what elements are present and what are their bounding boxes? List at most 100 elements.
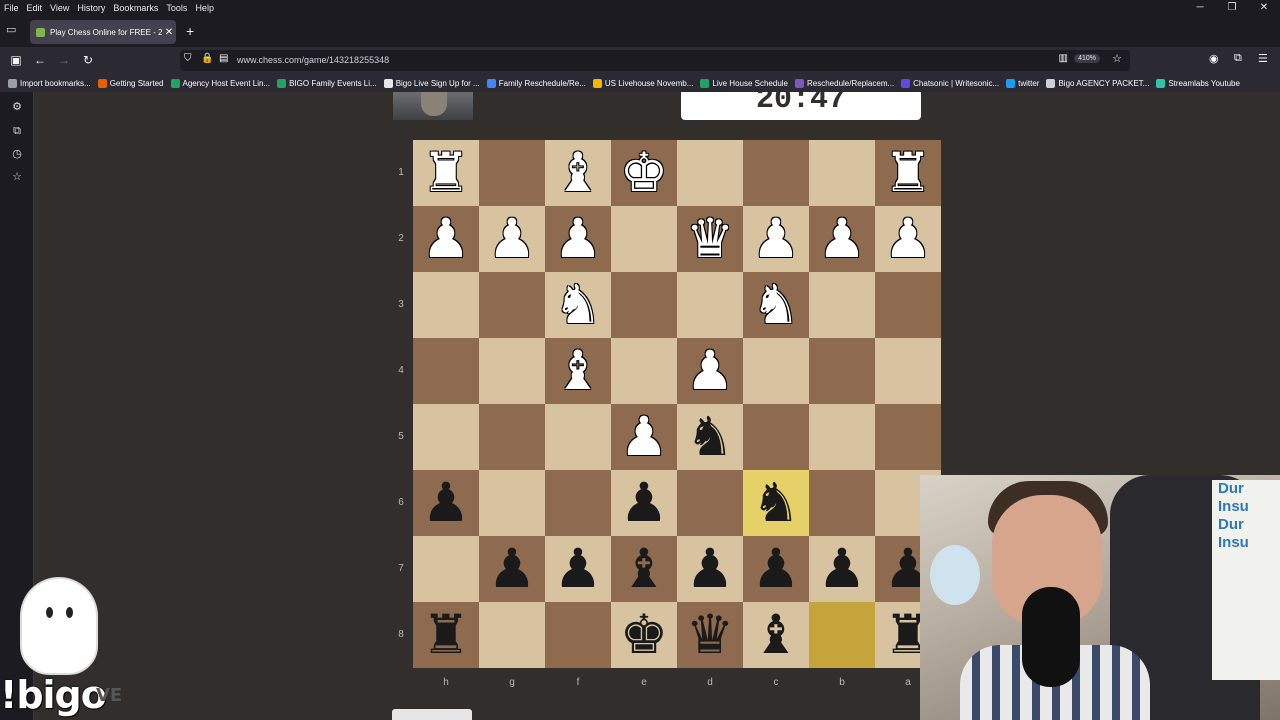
board-square-e4[interactable] — [611, 338, 677, 404]
board-square-b4[interactable] — [809, 338, 875, 404]
bookmark-item[interactable]: Import bookmarks... — [8, 78, 91, 88]
black-knight-piece[interactable]: ♞ — [743, 470, 809, 536]
bookmark-item[interactable]: Chatsonic | Writesonic... — [901, 78, 999, 88]
black-bishop-piece[interactable]: ♝ — [611, 536, 677, 602]
board-square-f4[interactable]: ♝ — [545, 338, 611, 404]
opponent-avatar[interactable] — [393, 92, 473, 120]
board-square-g1[interactable] — [479, 140, 545, 206]
board-square-g8[interactable] — [479, 602, 545, 668]
bookmark-item[interactable]: Live House Schedule — [700, 78, 788, 88]
bookmark-item[interactable]: US Livehouse Novemb... — [592, 78, 693, 88]
white-queen-piece[interactable]: ♛ — [677, 206, 743, 272]
ai-chatbot-icon[interactable]: ⚙ — [10, 100, 24, 114]
bookmark-item[interactable]: twitter — [1006, 78, 1039, 88]
board-square-b3[interactable] — [809, 272, 875, 338]
bookmark-item[interactable]: Family Reschedule/Re... — [486, 78, 586, 88]
board-square-d4[interactable]: ♟ — [677, 338, 743, 404]
white-pawn-piece[interactable]: ♟ — [413, 206, 479, 272]
menu-view[interactable]: View — [46, 3, 73, 13]
reader-view-icon[interactable]: ▥ — [1059, 53, 1068, 64]
list-all-tabs-icon[interactable]: ▭ — [6, 24, 20, 36]
board-square-f6[interactable] — [545, 470, 611, 536]
white-bishop-piece[interactable]: ♝ — [545, 338, 611, 404]
tab-close-icon[interactable]: ✕ — [162, 27, 176, 38]
permissions-icon[interactable]: ▤ — [219, 53, 228, 64]
back-button[interactable]: ← — [31, 52, 49, 68]
board-square-e8[interactable]: ♚ — [611, 602, 677, 668]
board-square-d5[interactable]: ♞ — [677, 404, 743, 470]
board-square-f3[interactable]: ♞ — [545, 272, 611, 338]
board-square-c4[interactable] — [743, 338, 809, 404]
board-square-c5[interactable] — [743, 404, 809, 470]
url-bar[interactable]: ⛉ 🔒 ▤ www.chess.com/game/143218255348 ▥ … — [180, 50, 1130, 71]
forward-button[interactable]: → — [55, 52, 73, 68]
restore-button[interactable]: ❐ — [1216, 0, 1248, 15]
new-tab-button[interactable]: + — [186, 24, 194, 38]
bookmarks-icon[interactable]: ☆ — [10, 170, 24, 184]
board-square-h7[interactable] — [413, 536, 479, 602]
board-square-c6[interactable]: ♞ — [743, 470, 809, 536]
menu-edit[interactable]: Edit — [23, 3, 47, 13]
black-pawn-piece[interactable]: ♟ — [809, 536, 875, 602]
black-pawn-piece[interactable]: ♟ — [677, 536, 743, 602]
board-square-b2[interactable]: ♟ — [809, 206, 875, 272]
board-square-h3[interactable] — [413, 272, 479, 338]
menu-bookmarks[interactable]: Bookmarks — [109, 3, 162, 13]
board-square-a3[interactable] — [875, 272, 941, 338]
board-square-g5[interactable] — [479, 404, 545, 470]
bookmark-item[interactable]: Bigo Live Sign Up for ... — [383, 78, 480, 88]
board-square-e3[interactable] — [611, 272, 677, 338]
board-square-f8[interactable] — [545, 602, 611, 668]
board-square-e2[interactable] — [611, 206, 677, 272]
board-square-c8[interactable]: ♝ — [743, 602, 809, 668]
lock-icon[interactable]: 🔒 — [201, 53, 213, 64]
white-pawn-piece[interactable]: ♟ — [611, 404, 677, 470]
board-square-g3[interactable] — [479, 272, 545, 338]
black-pawn-piece[interactable]: ♟ — [479, 536, 545, 602]
board-square-a2[interactable]: ♟ — [875, 206, 941, 272]
board-square-b5[interactable] — [809, 404, 875, 470]
board-square-g7[interactable]: ♟ — [479, 536, 545, 602]
board-square-c7[interactable]: ♟ — [743, 536, 809, 602]
board-square-h1[interactable]: ♜ — [413, 140, 479, 206]
black-pawn-piece[interactable]: ♟ — [743, 536, 809, 602]
board-square-g4[interactable] — [479, 338, 545, 404]
board-square-f1[interactable]: ♝ — [545, 140, 611, 206]
board-square-b8[interactable] — [809, 602, 875, 668]
board-square-h5[interactable] — [413, 404, 479, 470]
minimize-button[interactable]: ─ — [1184, 0, 1216, 15]
bookmark-item[interactable]: Bigo AGENCY PACKET... — [1046, 78, 1149, 88]
board-square-f5[interactable] — [545, 404, 611, 470]
white-rook-piece[interactable]: ♜ — [413, 140, 479, 206]
black-bishop-piece[interactable]: ♝ — [743, 602, 809, 668]
black-rook-piece[interactable]: ♜ — [413, 602, 479, 668]
board-square-f2[interactable]: ♟ — [545, 206, 611, 272]
menu-help[interactable]: Help — [191, 3, 218, 13]
black-knight-piece[interactable]: ♞ — [677, 404, 743, 470]
bookmark-item[interactable]: Getting Started — [97, 78, 164, 88]
menu-history[interactable]: History — [73, 3, 109, 13]
white-pawn-piece[interactable]: ♟ — [809, 206, 875, 272]
board-square-d3[interactable] — [677, 272, 743, 338]
bookmark-item[interactable]: BIGO Family Events Li... — [277, 78, 377, 88]
bookmark-star-icon[interactable]: ☆ — [1112, 52, 1122, 65]
tab-chess[interactable]: Play Chess Online for FREE - 2 P ✕ — [30, 20, 176, 44]
white-rook-piece[interactable]: ♜ — [875, 140, 941, 206]
board-square-h2[interactable]: ♟ — [413, 206, 479, 272]
board-square-a5[interactable] — [875, 404, 941, 470]
white-knight-piece[interactable]: ♞ — [545, 272, 611, 338]
app-menu-icon[interactable]: ☰ — [1258, 52, 1268, 65]
board-square-h6[interactable]: ♟ — [413, 470, 479, 536]
board-square-f7[interactable]: ♟ — [545, 536, 611, 602]
board-square-c3[interactable]: ♞ — [743, 272, 809, 338]
board-square-d8[interactable]: ♛ — [677, 602, 743, 668]
chess-board[interactable]: ♜ ♝ ♚ ♜ ♟ ♟ ♟ ♛ ♟ ♟ ♟ ♞ ♞ ♝ ♟ ♟ ♞ ♟ ♟ ♞ ♟ ♟ ♝ ♟ ♟ ♟ ♟ ♜ ♚ ♛ ♝ ♜ — [413, 140, 941, 668]
board-square-h4[interactable] — [413, 338, 479, 404]
board-square-e7[interactable]: ♝ — [611, 536, 677, 602]
black-pawn-piece[interactable]: ♟ — [611, 470, 677, 536]
board-square-d7[interactable]: ♟ — [677, 536, 743, 602]
white-pawn-piece[interactable]: ♟ — [677, 338, 743, 404]
extensions-icon[interactable]: ⧉ — [1234, 52, 1242, 65]
white-pawn-piece[interactable]: ♟ — [743, 206, 809, 272]
menu-file[interactable]: File — [0, 3, 23, 13]
